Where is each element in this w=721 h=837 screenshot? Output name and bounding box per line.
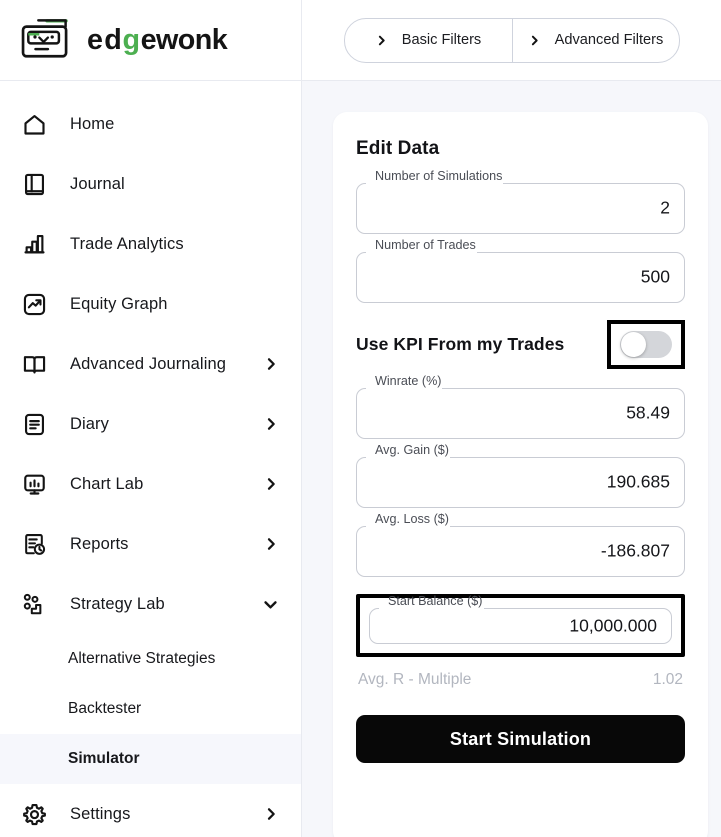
card-title: Edit Data bbox=[356, 138, 440, 159]
sidebar-subitem-label: Backtester bbox=[68, 700, 142, 717]
toggle-knob bbox=[621, 331, 646, 357]
winrate-field[interactable]: Winrate (%) Winrate (%) 58.49 bbox=[356, 374, 685, 439]
field-label: Avg. Gain ($) bbox=[375, 443, 449, 457]
field-label: Number of Trades bbox=[375, 238, 476, 252]
avg-gain-value[interactable]: 190.685 bbox=[407, 472, 670, 493]
chevron-right-icon[interactable] bbox=[263, 356, 279, 372]
sidebar-subitem-simulator[interactable]: Simulator bbox=[0, 734, 301, 784]
sidebar-item-advanced-journaling[interactable]: Advanced Journaling bbox=[0, 334, 301, 394]
sidebar-subitem-backtester[interactable]: Backtester bbox=[0, 684, 301, 734]
use-kpi-row: Use KPI From my Trades bbox=[356, 319, 685, 369]
field-label: Avg. Loss ($) bbox=[375, 512, 449, 526]
bar-chart-icon bbox=[18, 228, 50, 260]
chevron-right-icon bbox=[375, 34, 388, 47]
sidebar-item-label: Advanced Journaling bbox=[70, 354, 227, 373]
sidebar-item-label: Settings bbox=[70, 804, 131, 823]
document-lines-icon bbox=[18, 408, 50, 440]
sidebar: e d g ewonk Home Journal Trade Analytics… bbox=[0, 0, 302, 837]
chevron-down-icon[interactable] bbox=[262, 596, 279, 613]
use-kpi-toggle-highlight[interactable] bbox=[607, 319, 685, 369]
edit-data-card: Edit Data Number of Simulations Number o… bbox=[333, 112, 708, 837]
sidebar-item-equity-graph[interactable]: Equity Graph bbox=[0, 274, 301, 334]
sidebar-item-chart-lab[interactable]: Chart Lab bbox=[0, 454, 301, 514]
number-of-simulations-value[interactable]: 2 bbox=[407, 198, 670, 219]
svg-text:e: e bbox=[87, 24, 102, 56]
book-icon bbox=[18, 168, 50, 200]
sidebar-subitem-alternative-strategies[interactable]: Alternative Strategies bbox=[0, 634, 301, 684]
number-of-simulations-field[interactable]: Number of Simulations Number of Simulati… bbox=[356, 169, 685, 234]
brand-wordmark: e d g ewonk bbox=[87, 24, 269, 57]
use-kpi-label: Use KPI From my Trades bbox=[356, 333, 565, 354]
brand-logo[interactable]: e d g ewonk bbox=[0, 0, 301, 81]
field-label: Winrate (%) bbox=[375, 374, 442, 388]
sidebar-nav: Home Journal Trade Analytics Equity Grap… bbox=[0, 81, 301, 837]
avg-gain-field[interactable]: Avg. Gain ($) Avg. Gain ($) 190.685 bbox=[356, 443, 685, 508]
chart-board-icon bbox=[18, 468, 50, 500]
filter-button-group: Basic Filters Advanced Filters bbox=[343, 17, 680, 63]
start-simulation-button[interactable]: Start Simulation bbox=[356, 715, 685, 763]
chevron-right-icon bbox=[528, 34, 541, 47]
svg-text:g: g bbox=[122, 24, 139, 56]
sidebar-subitem-label: Alternative Strategies bbox=[68, 650, 216, 667]
gear-icon bbox=[18, 798, 50, 830]
sidebar-item-label: Trade Analytics bbox=[70, 234, 184, 253]
avg-loss-field[interactable]: Avg. Loss ($) Avg. Loss ($) -186.807 bbox=[356, 512, 685, 577]
trending-up-square-icon bbox=[18, 288, 50, 320]
main-area: Basic Filters Advanced Filters Edit Data… bbox=[302, 0, 721, 837]
sidebar-item-label: Reports bbox=[70, 534, 129, 553]
start-balance-value[interactable]: 10,000.000 bbox=[400, 616, 657, 637]
sidebar-item-label: Home bbox=[70, 114, 115, 133]
sidebar-subitem-label: Simulator bbox=[68, 750, 140, 767]
number-of-trades-value[interactable]: 500 bbox=[407, 267, 670, 288]
sidebar-item-label: Strategy Lab bbox=[70, 594, 165, 613]
avg-loss-value[interactable]: -186.807 bbox=[407, 541, 670, 562]
number-of-trades-field[interactable]: Number of Trades Number of Trades 500 bbox=[356, 238, 685, 303]
open-book-icon bbox=[18, 348, 50, 380]
sidebar-item-trade-analytics[interactable]: Trade Analytics bbox=[0, 214, 301, 274]
avg-r-multiple-label: Avg. R - Multiple bbox=[358, 671, 472, 688]
edgewonk-mascot-icon bbox=[18, 18, 74, 62]
start-balance-field[interactable]: Start Balance ($) Start Balance ($) 10,0… bbox=[356, 594, 685, 657]
sidebar-item-home[interactable]: Home bbox=[0, 94, 301, 154]
svg-text:d: d bbox=[104, 24, 121, 56]
stairs-blocks-icon bbox=[18, 588, 50, 620]
sidebar-item-label: Diary bbox=[70, 414, 110, 433]
report-clock-icon bbox=[18, 528, 50, 560]
advanced-filters-label: Advanced Filters bbox=[554, 32, 664, 48]
topbar: Basic Filters Advanced Filters bbox=[302, 0, 721, 81]
advanced-filters-button[interactable]: Advanced Filters bbox=[511, 18, 679, 62]
sidebar-item-reports[interactable]: Reports bbox=[0, 514, 301, 574]
field-label: Start Balance ($) bbox=[388, 594, 483, 608]
home-icon bbox=[18, 108, 50, 140]
sidebar-item-strategy-lab[interactable]: Strategy Lab bbox=[0, 574, 301, 634]
svg-text:ewonk: ewonk bbox=[141, 24, 228, 56]
chevron-right-icon[interactable] bbox=[263, 476, 279, 492]
avg-r-multiple-value: 1.02 bbox=[652, 671, 683, 688]
sidebar-item-label: Journal bbox=[70, 174, 125, 193]
app-root: e d g ewonk Home Journal Trade Analytics… bbox=[0, 0, 721, 837]
chevron-right-icon[interactable] bbox=[263, 536, 279, 552]
content-area: Edit Data Number of Simulations Number o… bbox=[302, 81, 721, 837]
basic-filters-button[interactable]: Basic Filters bbox=[345, 19, 512, 62]
sidebar-item-label: Chart Lab bbox=[70, 474, 144, 493]
use-kpi-toggle[interactable] bbox=[620, 330, 672, 358]
chevron-right-icon[interactable] bbox=[263, 416, 279, 432]
winrate-value[interactable]: 58.49 bbox=[407, 403, 670, 424]
field-label: Number of Simulations bbox=[375, 169, 503, 183]
avg-r-multiple-row: Avg. R - Multiple 1.02 bbox=[358, 671, 683, 689]
sidebar-item-settings[interactable]: Settings bbox=[0, 784, 301, 837]
sidebar-item-diary[interactable]: Diary bbox=[0, 394, 301, 454]
sidebar-item-journal[interactable]: Journal bbox=[0, 154, 301, 214]
basic-filters-label: Basic Filters bbox=[401, 32, 482, 48]
chevron-right-icon[interactable] bbox=[263, 806, 279, 822]
sidebar-item-label: Equity Graph bbox=[70, 294, 168, 313]
